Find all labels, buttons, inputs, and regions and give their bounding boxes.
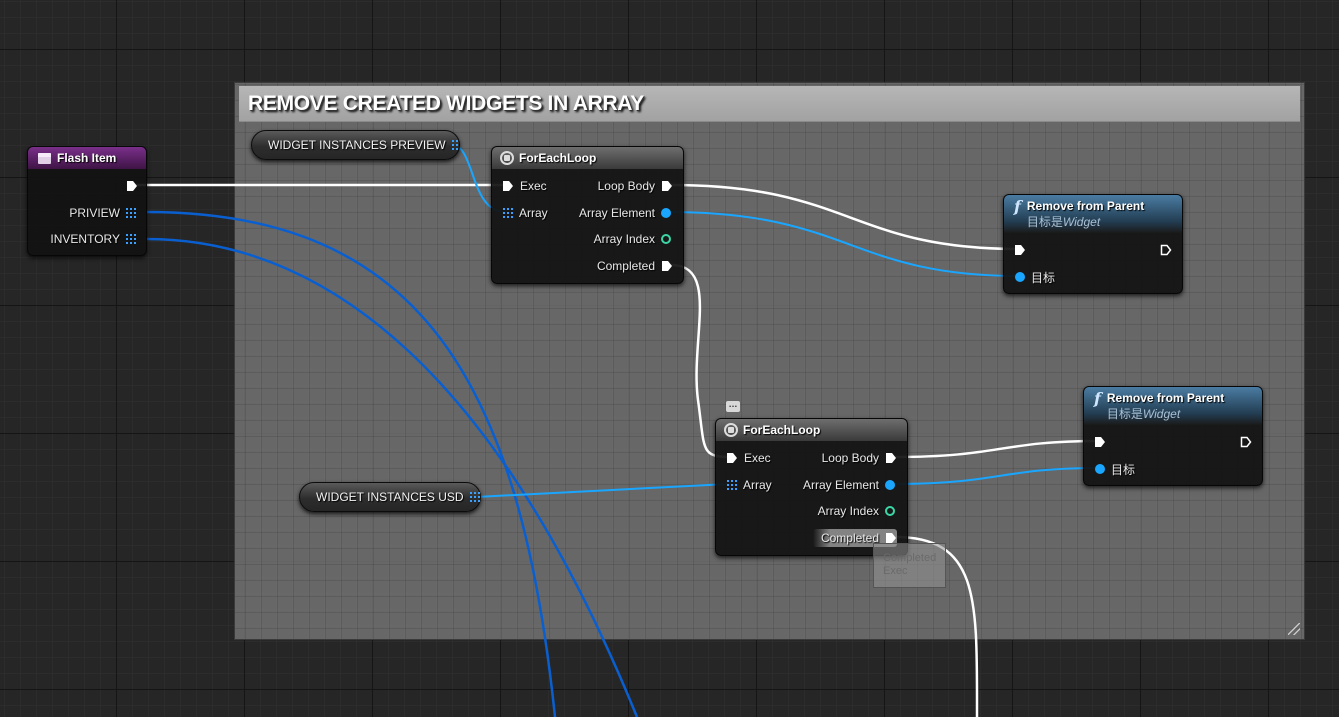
object-pin-icon bbox=[885, 480, 895, 490]
array-pin-icon bbox=[126, 208, 136, 218]
foreach1-completed-out[interactable]: Completed bbox=[597, 257, 673, 275]
remove1-target-in[interactable]: 目标 bbox=[1015, 268, 1055, 286]
foreach-header: ForEachLoop bbox=[492, 147, 683, 169]
foreach-loop-node-2[interactable]: ForEachLoop Exec Array Loop Body Array E… bbox=[715, 418, 908, 556]
subtitle-prefix: 目标是 bbox=[1106, 407, 1143, 421]
subtitle-type: Widget bbox=[1142, 407, 1181, 421]
tooltip-line-2: Exec bbox=[883, 565, 908, 577]
flash-item-header: Flash Item bbox=[28, 147, 146, 169]
wire-inventory-array bbox=[145, 237, 639, 717]
exec-out-pin-icon bbox=[886, 453, 896, 463]
pin-label: Loop Body bbox=[821, 451, 879, 465]
subtitle-type: Widget bbox=[1062, 215, 1101, 229]
pin-label: PRIVIEW bbox=[69, 206, 120, 220]
exec-in-pin-icon bbox=[503, 181, 513, 191]
function-header: f Remove from Parent 目标是Widget bbox=[1004, 195, 1182, 233]
exec-out-pin-icon bbox=[127, 181, 137, 191]
array-pin-icon[interactable] bbox=[469, 492, 480, 502]
function-title: Remove from Parent bbox=[1106, 391, 1225, 405]
exec-out-pin-icon bbox=[662, 261, 672, 271]
exec-in-pin-icon bbox=[1095, 437, 1105, 447]
pin-label: Exec bbox=[520, 179, 547, 193]
pin-label: Array Index bbox=[593, 232, 655, 246]
flash-item-title: Flash Item bbox=[57, 151, 117, 165]
flash-item-node[interactable]: Flash Item PRIVIEW INVENTORY bbox=[27, 146, 147, 256]
pin-label: Array Element bbox=[578, 206, 655, 220]
foreach-loop-node-1[interactable]: ForEachLoop Exec Array Loop Body Array E… bbox=[491, 146, 684, 284]
loop-icon bbox=[500, 151, 514, 165]
wire-loopbody1-remove1 bbox=[670, 183, 1020, 251]
comment-bubble-icon[interactable]: … bbox=[726, 400, 740, 412]
function-title: Remove from Parent bbox=[1026, 199, 1145, 213]
loop-icon bbox=[724, 423, 738, 437]
foreach-header: ForEachLoop bbox=[716, 419, 907, 441]
array-pin-icon bbox=[126, 234, 136, 244]
var-label: WIDGET INSTANCES PREVIEW bbox=[268, 138, 446, 152]
foreach1-array-index-out[interactable]: Array Index bbox=[594, 230, 671, 248]
object-pin-icon bbox=[1095, 464, 1105, 474]
object-pin-icon bbox=[661, 208, 671, 218]
foreach1-exec-in[interactable]: Exec bbox=[502, 177, 547, 195]
flash-item-pin-priview[interactable]: PRIVIEW bbox=[69, 204, 136, 222]
wire-priview-array bbox=[145, 210, 557, 717]
foreach2-array-in[interactable]: Array bbox=[727, 476, 772, 494]
pin-label: Array bbox=[743, 478, 772, 492]
foreach-title: ForEachLoop bbox=[519, 151, 597, 165]
pin-label: 目标 bbox=[1031, 270, 1056, 285]
foreach2-array-element-out[interactable]: Array Element bbox=[803, 476, 895, 494]
remove-from-parent-node-2[interactable]: f Remove from Parent 目标是Widget 目标 bbox=[1083, 386, 1263, 486]
var-label: WIDGET INSTANCES USD bbox=[316, 490, 464, 504]
remove1-exec-in[interactable] bbox=[1014, 241, 1026, 259]
foreach1-array-in[interactable]: Array bbox=[503, 204, 548, 222]
function-icon: f bbox=[1094, 389, 1101, 408]
exec-out-pin-icon bbox=[1160, 244, 1172, 256]
var-widget-instances-preview[interactable]: WIDGET INSTANCES PREVIEW bbox=[251, 130, 460, 160]
remove2-exec-out[interactable] bbox=[1240, 433, 1252, 451]
function-subtitle: 目标是Widget bbox=[1107, 405, 1224, 422]
foreach2-exec-in[interactable]: Exec bbox=[726, 449, 771, 467]
index-pin-icon bbox=[885, 506, 895, 516]
function-icon: f bbox=[1014, 197, 1021, 216]
object-pin-icon bbox=[1015, 272, 1025, 282]
pin-label: Exec bbox=[744, 451, 771, 465]
foreach2-loop-body-out[interactable]: Loop Body bbox=[822, 449, 897, 467]
wire-element1-remove1 bbox=[667, 211, 1020, 277]
pin-tooltip: Completed Exec bbox=[873, 543, 946, 588]
function-subtitle: 目标是Widget bbox=[1027, 213, 1144, 230]
remove2-exec-in[interactable] bbox=[1094, 433, 1106, 451]
foreach1-array-element-out[interactable]: Array Element bbox=[579, 204, 671, 222]
exec-in-pin-icon bbox=[1015, 245, 1025, 255]
exec-out-pin-icon bbox=[1240, 436, 1252, 448]
function-header: f Remove from Parent 目标是Widget bbox=[1084, 387, 1262, 425]
pin-label: Completed bbox=[820, 531, 879, 545]
pin-label: Array Element bbox=[802, 478, 879, 492]
wire-loopbody2-remove2 bbox=[894, 439, 1100, 459]
pin-label: INVENTORY bbox=[50, 232, 120, 246]
exec-in-pin-icon bbox=[727, 453, 737, 463]
foreach2-array-index-out[interactable]: Array Index bbox=[818, 502, 895, 520]
remove2-target-in[interactable]: 目标 bbox=[1095, 460, 1135, 478]
flash-item-pin-inventory[interactable]: INVENTORY bbox=[50, 230, 136, 248]
pin-label: Loop Body bbox=[597, 179, 655, 193]
var-widget-instances-usd[interactable]: WIDGET INSTANCES USD bbox=[299, 482, 481, 512]
tooltip-line-1: Completed bbox=[883, 552, 937, 564]
pin-label: Array Index bbox=[817, 504, 879, 518]
array-pin-icon[interactable] bbox=[451, 140, 459, 150]
exec-out-pin-icon bbox=[662, 181, 672, 191]
pin-label: Array bbox=[519, 206, 548, 220]
remove1-exec-out[interactable] bbox=[1160, 241, 1172, 259]
struct-icon bbox=[38, 152, 51, 164]
pin-label: Completed bbox=[596, 259, 655, 273]
flash-item-exec-out[interactable] bbox=[126, 177, 138, 195]
wire-layer bbox=[136, 144, 1100, 717]
foreach-title: ForEachLoop bbox=[743, 423, 821, 437]
foreach1-loop-body-out[interactable]: Loop Body bbox=[598, 177, 673, 195]
remove-from-parent-node-1[interactable]: f Remove from Parent 目标是Widget 目标 bbox=[1003, 194, 1183, 294]
array-pin-icon bbox=[727, 480, 737, 490]
subtitle-prefix: 目标是 bbox=[1026, 215, 1063, 229]
pin-label: 目标 bbox=[1111, 462, 1136, 477]
array-pin-icon bbox=[503, 208, 513, 218]
index-pin-icon bbox=[661, 234, 671, 244]
wire-element2-remove2 bbox=[891, 467, 1100, 485]
